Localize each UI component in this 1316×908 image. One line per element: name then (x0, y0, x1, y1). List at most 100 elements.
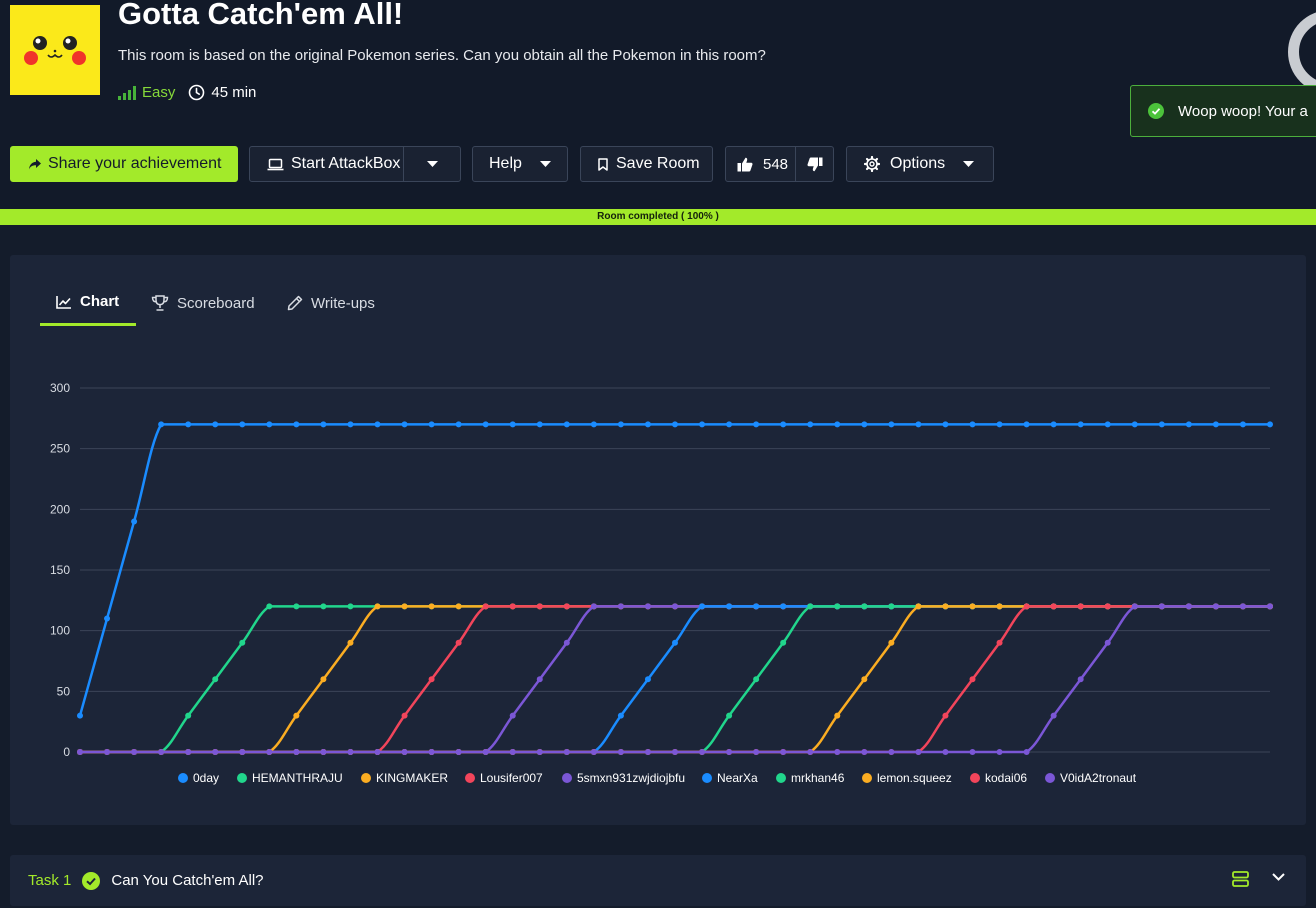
data-point (888, 639, 895, 646)
data-point (780, 603, 787, 610)
data-point (374, 603, 381, 610)
data-point (455, 421, 462, 428)
legend-item: KINGMAKER (376, 771, 448, 785)
legend-item: Lousifer007 (480, 771, 543, 785)
series-line-4 (80, 605, 1270, 754)
data-point (536, 421, 543, 428)
data-point (1185, 603, 1192, 610)
split-view-icon[interactable] (1232, 871, 1249, 887)
data-point (563, 421, 570, 428)
data-point (1267, 603, 1273, 610)
legend-item: mrkhan46 (791, 771, 845, 785)
data-point (320, 749, 327, 755)
data-point (212, 749, 219, 755)
legend-item: lemon.squeez (877, 771, 952, 785)
data-point (969, 421, 976, 428)
legend-marker (970, 773, 980, 783)
data-point (374, 421, 381, 428)
data-point (617, 421, 624, 428)
series-line-2 (80, 605, 1270, 754)
series-line-8 (80, 605, 1270, 754)
data-point (644, 749, 651, 755)
data-point (266, 421, 273, 428)
data-point (77, 712, 83, 719)
data-point (1077, 676, 1084, 683)
data-point (1023, 749, 1030, 755)
data-point (455, 603, 462, 610)
data-point (1267, 421, 1273, 428)
legend-item: NearXa (717, 771, 758, 785)
data-point (320, 421, 327, 428)
data-point (780, 421, 787, 428)
data-point (428, 421, 435, 428)
legend-marker (178, 773, 188, 783)
y-tick-label: 150 (50, 563, 70, 577)
data-point (266, 749, 273, 755)
data-point (293, 603, 300, 610)
task-row[interactable]: Task 1 Can You Catch'em All? (10, 855, 1306, 906)
check-circle-icon (82, 871, 101, 890)
series-line-6 (80, 605, 1270, 754)
data-point (617, 603, 624, 610)
data-point (590, 749, 597, 755)
data-point (753, 421, 760, 428)
data-point (1050, 421, 1057, 428)
data-point (1077, 421, 1084, 428)
data-point (888, 421, 895, 428)
data-point (644, 603, 651, 610)
data-point (996, 749, 1003, 755)
data-point (293, 712, 300, 719)
data-point (482, 749, 489, 755)
chevron-down-icon[interactable] (1272, 873, 1285, 881)
data-point (212, 676, 219, 683)
data-point (428, 676, 435, 683)
data-point (590, 421, 597, 428)
data-point (347, 639, 354, 646)
data-point (401, 603, 408, 610)
series-line-3 (80, 605, 1270, 754)
y-tick-label: 250 (50, 442, 70, 456)
data-point (455, 639, 462, 646)
data-point (996, 603, 1003, 610)
y-tick-label: 0 (63, 745, 70, 759)
legend-marker (237, 773, 247, 783)
data-point (1104, 639, 1111, 646)
legend-marker (1045, 773, 1055, 783)
data-point (77, 749, 83, 755)
data-point (1104, 603, 1111, 610)
data-point (780, 639, 787, 646)
data-point (807, 749, 814, 755)
data-point (1158, 421, 1165, 428)
data-point (185, 749, 192, 755)
data-point (942, 712, 949, 719)
data-point (374, 749, 381, 755)
data-point (1050, 603, 1057, 610)
data-point (1104, 421, 1111, 428)
data-point (644, 421, 651, 428)
data-point (861, 603, 868, 610)
data-point (185, 712, 192, 719)
data-point (726, 421, 733, 428)
data-point (834, 603, 841, 610)
data-point (834, 421, 841, 428)
legend-marker (862, 773, 872, 783)
data-point (672, 603, 678, 610)
data-point (590, 603, 597, 610)
legend-marker (776, 773, 786, 783)
legend-item: HEMANTHRAJU (252, 771, 343, 785)
data-point (861, 749, 868, 755)
data-point (969, 676, 976, 683)
data-point (915, 603, 922, 610)
y-tick-label: 200 (50, 502, 70, 516)
data-point (969, 749, 976, 755)
data-point (185, 421, 192, 428)
data-point (239, 639, 246, 646)
data-point (455, 749, 462, 755)
data-point (401, 421, 408, 428)
data-point (401, 712, 408, 719)
data-point (726, 712, 733, 719)
data-point (266, 603, 273, 610)
data-point (1212, 603, 1219, 610)
data-point (131, 518, 138, 525)
data-point (888, 749, 895, 755)
